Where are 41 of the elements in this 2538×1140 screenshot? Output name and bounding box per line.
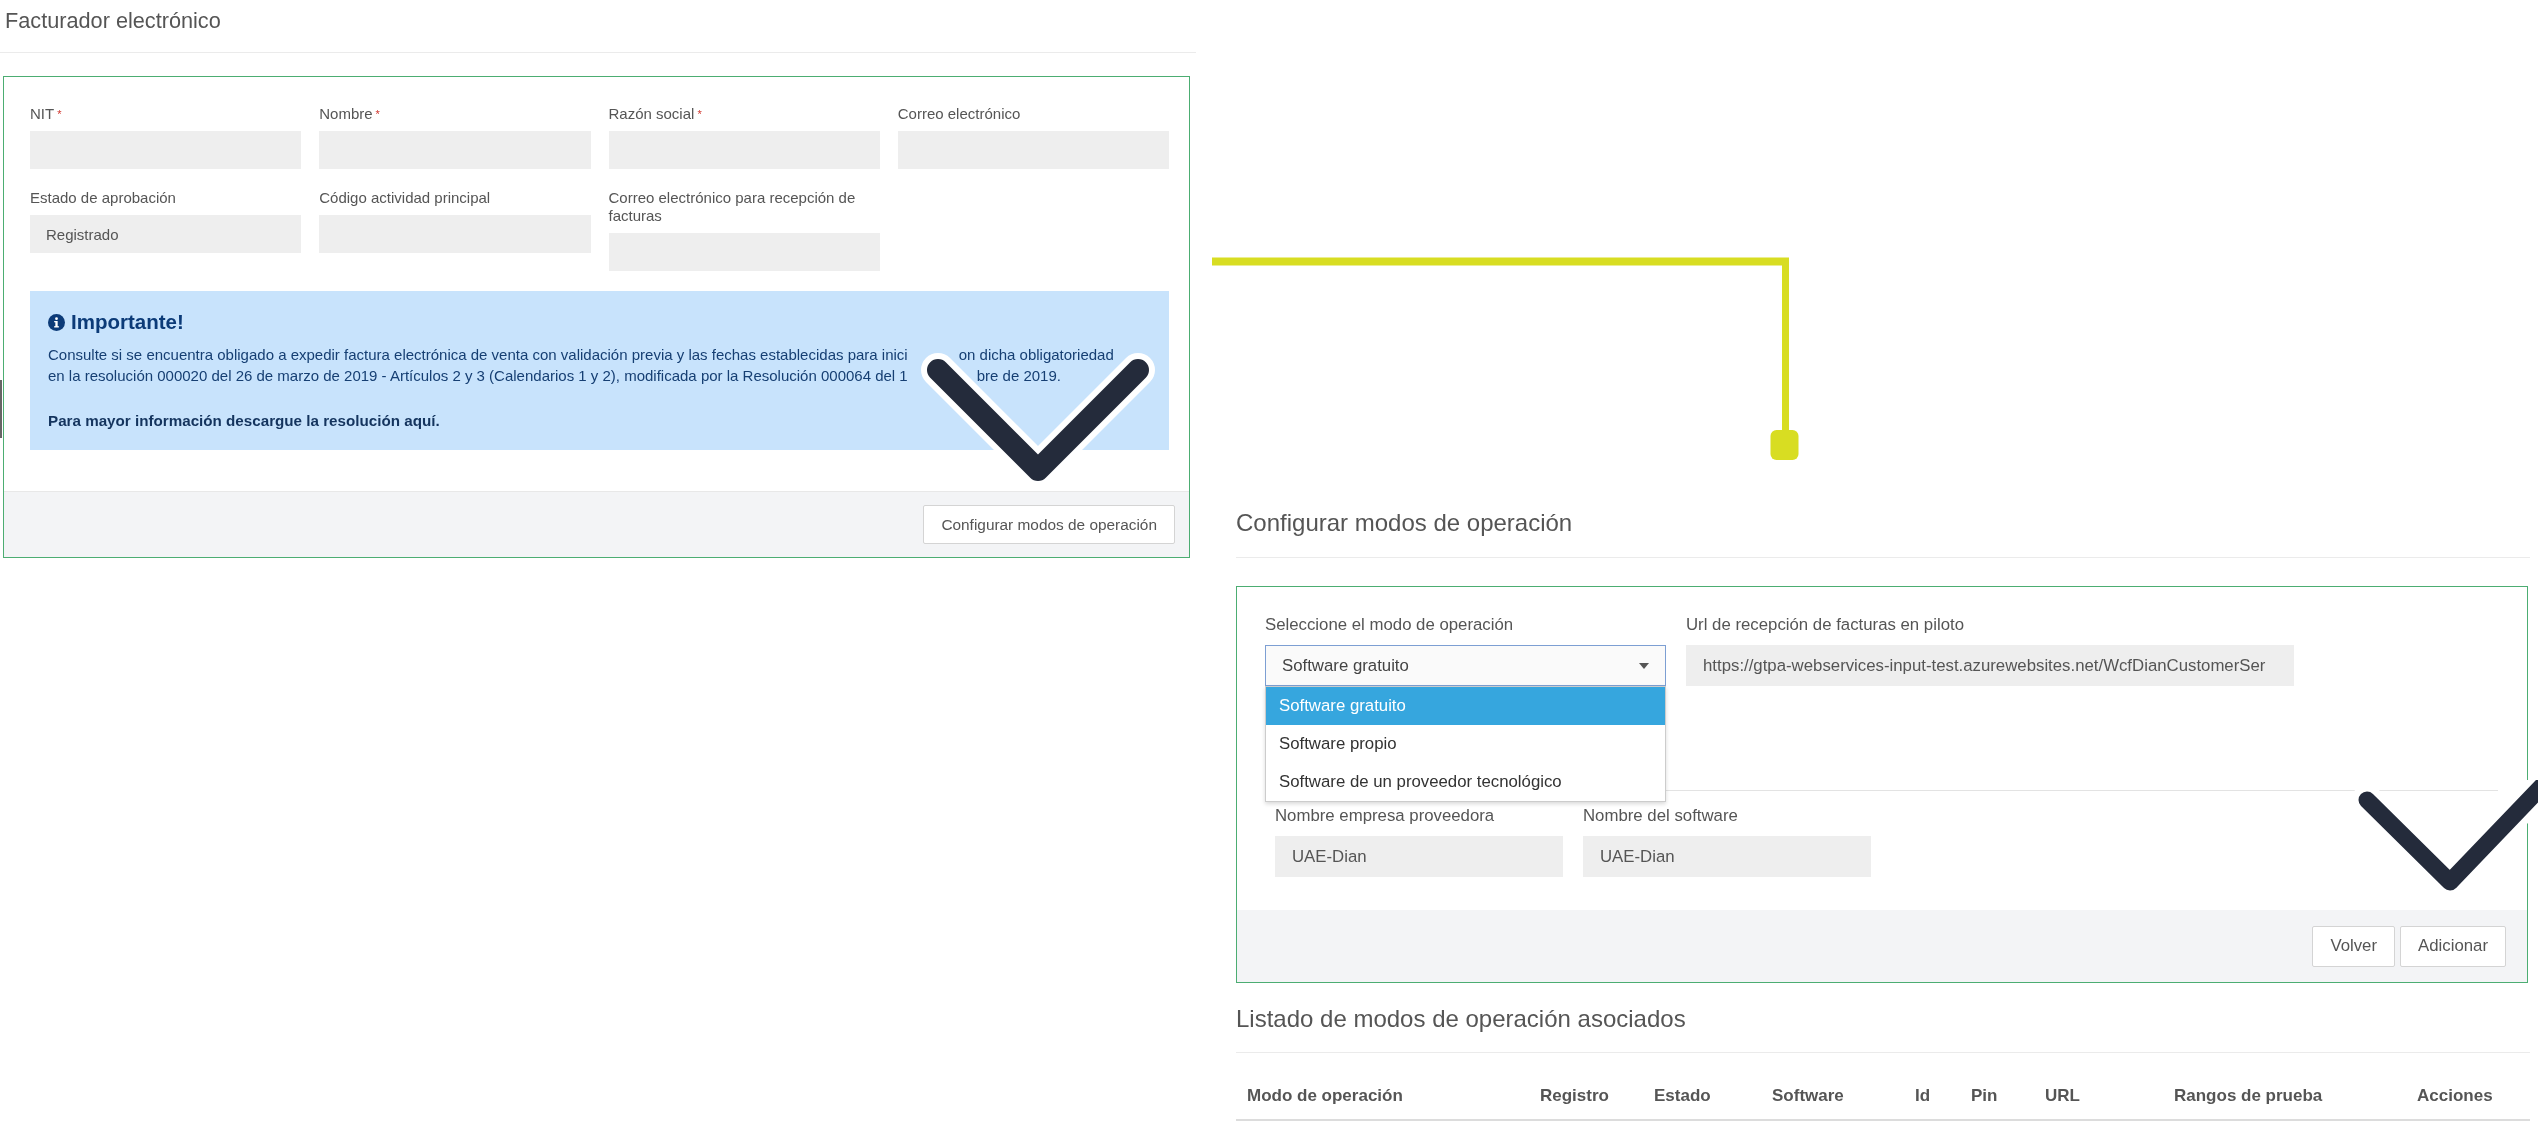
column-header: Acciones: [2417, 1086, 2493, 1106]
field-label: NIT *: [30, 105, 62, 123]
field-label: Seleccione el modo de operación: [1265, 615, 1514, 635]
field-label: Razón social *: [608, 105, 702, 123]
column-header: Id: [1915, 1086, 1931, 1106]
column-header: Modo de operación: [1247, 1086, 1403, 1106]
text-field[interactable]: UAE-Dian: [1583, 836, 1871, 877]
column-header: Pin: [1971, 1086, 1998, 1106]
field-label: Nombre *: [319, 105, 380, 123]
action-button[interactable]: Volver: [2312, 925, 2396, 967]
notice-text: on dicha obligatoriedad: [958, 345, 1114, 365]
caret-icon: [1639, 662, 1649, 669]
section-title: Listado de modos de operación asociados: [1236, 1005, 1686, 1033]
notice-text: en la resolución 000020 del 26 de marzo de 2019 - Artículos 2 y 3 (Calendarios 1 y 2), modificada por la Resolución 000064 del 1: [48, 366, 908, 386]
field-label: Nombre del software: [1583, 806, 1738, 826]
action-button[interactable]: Adicionar: [2400, 925, 2506, 967]
column-header: Software: [1772, 1086, 1844, 1106]
field-label: Código actividad principal: [319, 189, 491, 207]
section-title: Facturador electrónico: [5, 7, 221, 35]
section-title: Configurar modos de operación: [1236, 509, 1573, 537]
text-field[interactable]: UAE-Dian: [1275, 836, 1563, 877]
configure-button[interactable]: Configurar modos de operación: [923, 505, 1175, 544]
dropdown-select[interactable]: Software gratuito: [1265, 645, 1666, 686]
dropdown-option[interactable]: Software propio: [1266, 725, 1665, 763]
text-field[interactable]: Registrado: [30, 215, 302, 253]
notice-text: Para mayor información descargue la resolución aquí.: [48, 411, 440, 431]
notice-title: Importante!: [71, 310, 184, 334]
column-header: Rangos de prueba: [2174, 1086, 2323, 1106]
text-field[interactable]: https://gtpa-webservices-input-test.azurewebsites.net/WcfDianCustomerSer: [1686, 645, 2294, 686]
notice-text: bre de 2019.: [976, 366, 1061, 386]
info-icon: [48, 313, 65, 331]
field-label: Url de recepción de facturas en piloto: [1686, 615, 1964, 635]
dropdown-option[interactable]: Software de un proveedor tecnológico: [1266, 763, 1665, 801]
field-label: Correo electrónico para recepción de facturas: [608, 189, 857, 225]
column-header: URL: [2045, 1086, 2080, 1106]
field-label: Estado de aprobación: [30, 189, 176, 207]
notice-text: Consulte si se encuentra obligado a expedir factura electrónica de venta con validación previa y las fechas establecidas para inici: [48, 345, 908, 365]
field-label: Nombre empresa proveedora: [1275, 806, 1495, 826]
column-header: Estado: [1654, 1086, 1711, 1106]
field-label: Correo electrónico: [897, 105, 1021, 123]
column-header: Registro: [1540, 1086, 1609, 1106]
